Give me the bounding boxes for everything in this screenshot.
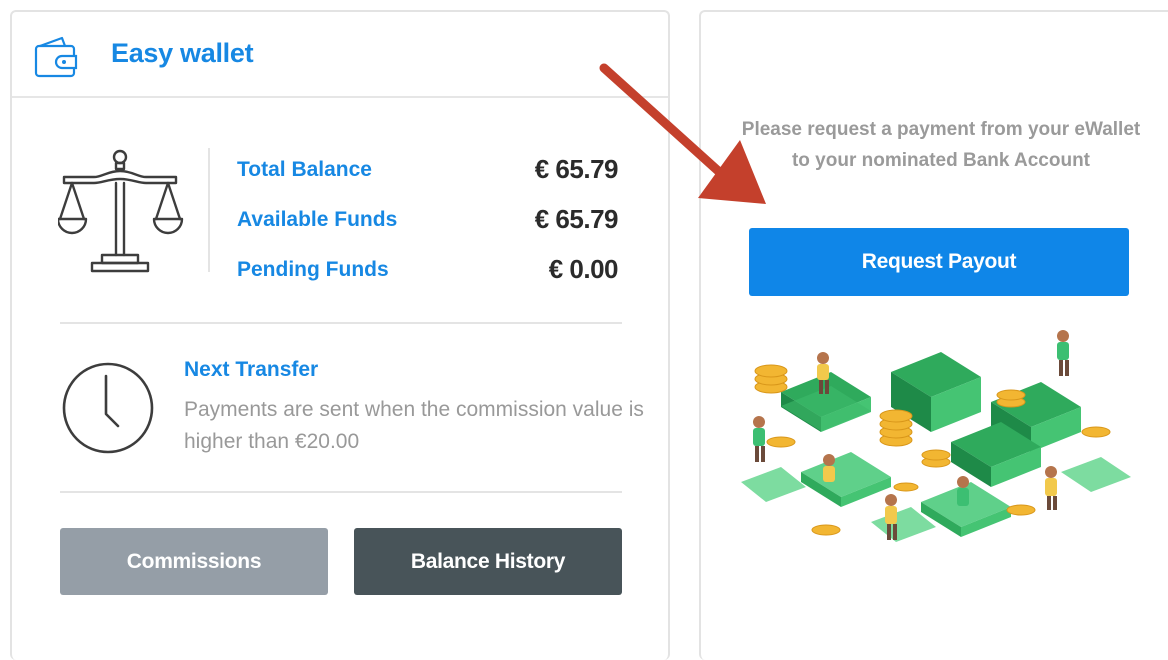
commissions-button[interactable]: Commissions	[60, 528, 328, 595]
section-divider	[60, 322, 622, 324]
balance-divider	[208, 148, 210, 272]
balance-history-button[interactable]: Balance History	[354, 528, 622, 595]
scale-icon	[58, 149, 184, 273]
next-transfer-title: Next Transfer	[184, 358, 319, 381]
card-title: Easy wallet	[111, 38, 254, 68]
payout-description: Please request a payment from your eWall…	[741, 119, 1141, 171]
pending-funds-label: Pending Funds	[237, 258, 389, 281]
section-divider	[60, 491, 622, 493]
pending-funds-value: € 0.00	[548, 254, 619, 284]
request-payout-button[interactable]: Request Payout	[749, 228, 1129, 296]
available-funds-label: Available Funds	[237, 208, 398, 231]
easy-wallet-card: Easy wallet Total Balance € 65.79 Availa…	[10, 10, 670, 660]
total-balance-label: Total Balance	[237, 158, 372, 181]
wallet-icon	[34, 36, 78, 78]
clock-icon	[62, 362, 154, 454]
money-illustration	[741, 330, 1131, 542]
card-header: Easy wallet	[12, 12, 668, 98]
red-arrow-pointer	[599, 63, 766, 204]
next-transfer-text: Payments are sent when the commission va…	[184, 398, 644, 453]
